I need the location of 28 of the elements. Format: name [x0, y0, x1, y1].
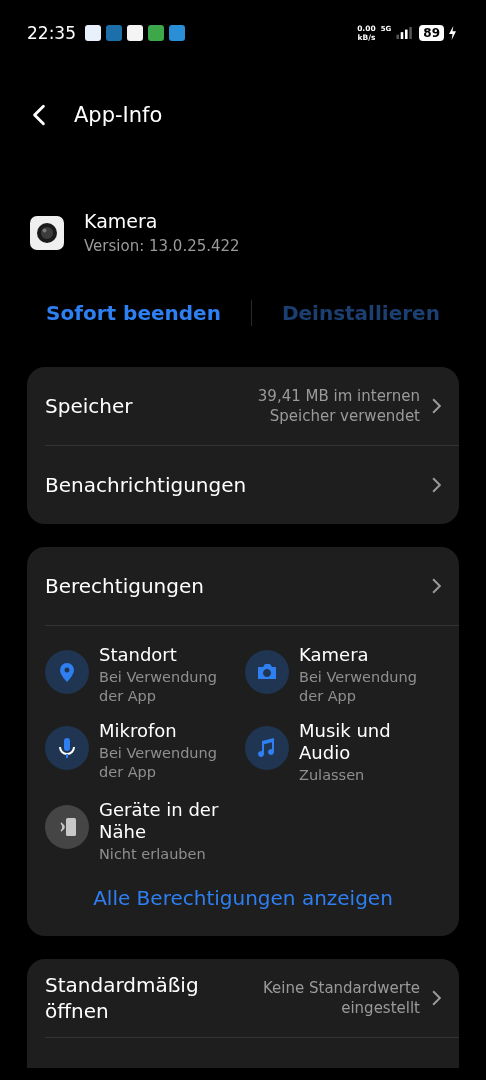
- camera-app-icon: [30, 215, 64, 250]
- permission-status: Bei Verwendung der App: [99, 668, 218, 706]
- settings-row[interactable]: Benachrichtigungen: [45, 446, 459, 524]
- chevron-icon: [432, 398, 441, 414]
- permission-status: Bei Verwendung der App: [299, 668, 418, 706]
- app-name: Kamera: [84, 210, 159, 232]
- permission-name: Geräte in der Nähe: [99, 799, 220, 843]
- signal-icon: [396, 27, 415, 39]
- permission-name: Standort: [99, 644, 178, 666]
- permission-name: Musik und Audio: [299, 720, 392, 764]
- permission-name: Kamera: [299, 644, 370, 666]
- status-time: 22:35: [27, 23, 76, 43]
- chevron-icon: [432, 477, 441, 493]
- app-version: Version: 13.0.25.422: [84, 237, 240, 255]
- permission-status: Zulassen: [299, 766, 366, 785]
- permission-status: Bei Verwendung der App: [99, 744, 218, 782]
- open-by-default-row[interactable]: Standardmäßig öffnen Keine Standardwerte eingestellt: [45, 959, 459, 1037]
- chevron-icon: [432, 578, 441, 594]
- settings-row[interactable]: Speicher 39,41 MB im internen Speicher verwendet: [45, 367, 459, 445]
- show-all-permissions-link[interactable]: Alle Berechtigungen anzeigen: [93, 886, 393, 910]
- permissions-row[interactable]: Berechtigungen: [45, 547, 459, 625]
- force-stop-button[interactable]: Sofort beenden: [38, 297, 229, 329]
- page-title: App-Info: [74, 103, 163, 127]
- back-icon[interactable]: [32, 104, 46, 126]
- permission-name: Mikrofon: [99, 720, 178, 742]
- chevron-icon: [432, 990, 441, 1006]
- permission-status: Nicht erlauben: [99, 845, 207, 864]
- battery-level: 89: [419, 25, 444, 41]
